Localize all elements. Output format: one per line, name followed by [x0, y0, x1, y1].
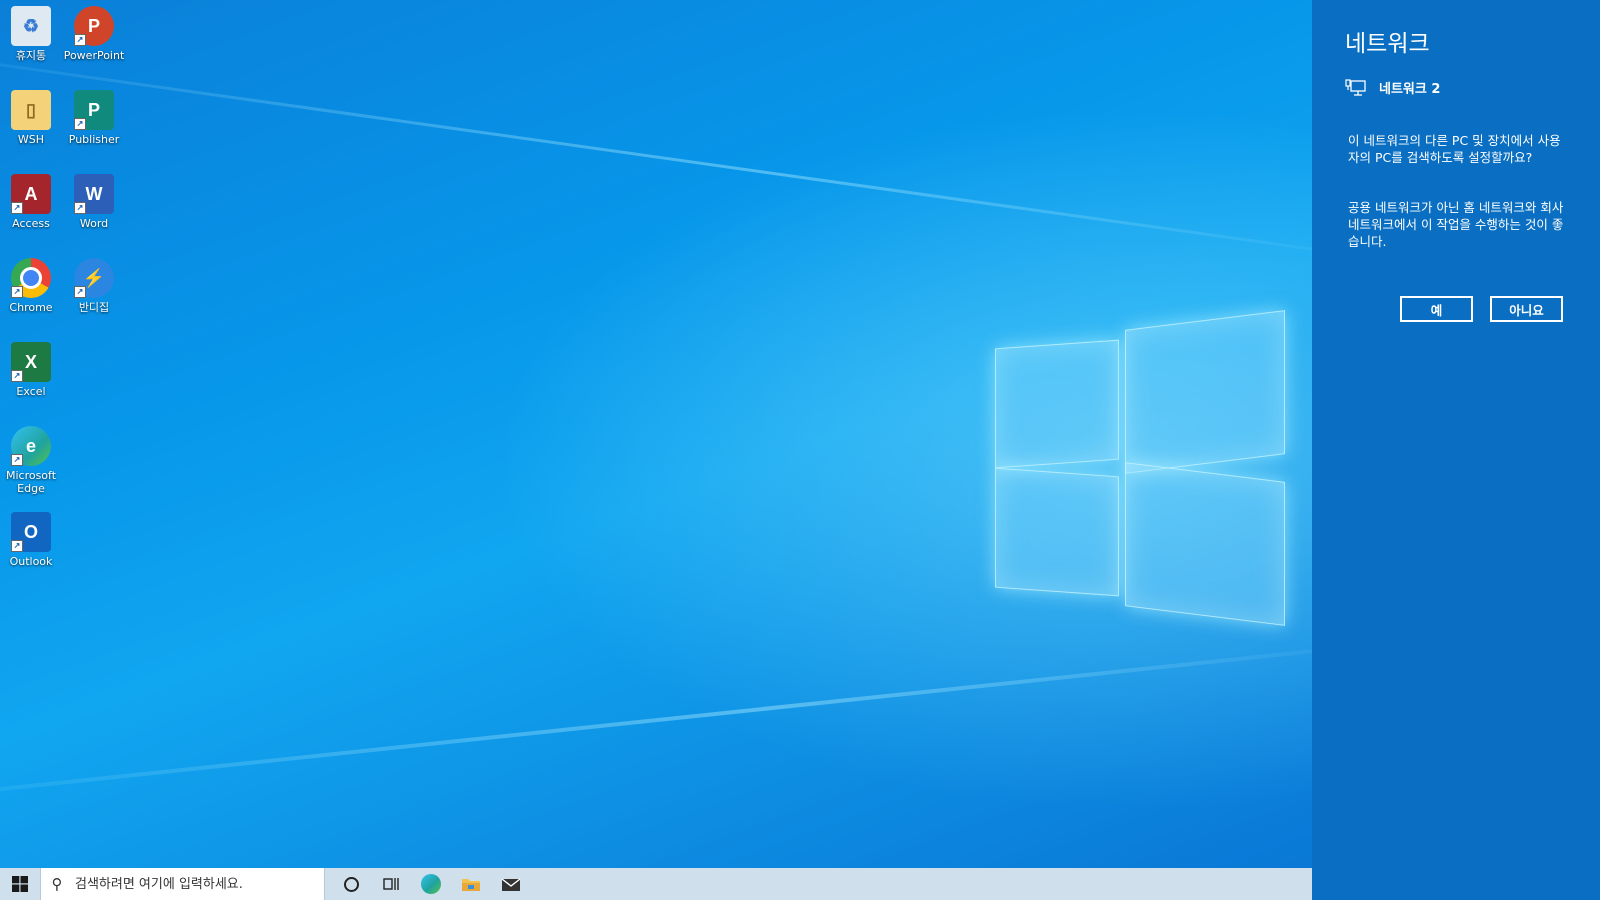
logo-pane [1125, 310, 1285, 474]
discovery-question: 이 네트워크의 다른 PC 및 장치에서 사용자의 PC를 검색하도록 설정할까… [1348, 133, 1561, 165]
desktop-icon-label: Word [79, 217, 109, 230]
desktop-icon-label: 휴지통 [15, 49, 47, 62]
excel-icon: X ↗ [11, 342, 51, 382]
shortcut-arrow-icon: ↗ [74, 118, 86, 130]
desktop-icon-powerpoint[interactable]: P ↗ PowerPoint [63, 6, 125, 62]
windows-logo-wallpaper [995, 310, 1285, 626]
edge-icon: e ↗ [11, 426, 51, 466]
desktop-icon-access[interactable]: A ↗ Access [0, 174, 62, 230]
logo-pane [995, 339, 1119, 469]
desktop-icon-label: Excel [16, 385, 46, 398]
desktop-icon-label: Microsoft Edge [5, 469, 57, 495]
taskbar-file-explorer-button[interactable] [451, 868, 491, 900]
panel-title: 네트워크 [1345, 31, 1430, 57]
logo-pane [995, 467, 1119, 597]
taskbar-mail-button[interactable] [491, 868, 531, 900]
task-view-icon [383, 878, 399, 890]
recycle-bin-icon: ♻ [11, 6, 51, 46]
chrome-icon: ↗ [11, 258, 51, 298]
desktop-icon-publisher[interactable]: P ↗ Publisher [63, 90, 125, 146]
desktop-icon-label: Publisher [68, 133, 120, 146]
task-view-button[interactable] [371, 868, 411, 900]
desktop-icon-recycle-bin[interactable]: ♻ 휴지통 [0, 6, 62, 62]
taskbar: ⚲ [0, 868, 1312, 900]
shortcut-arrow-icon: ↗ [74, 34, 86, 46]
shortcut-arrow-icon: ↗ [11, 202, 23, 214]
bandizip-icon: ⚡ ↗ [74, 258, 114, 298]
desktop-icon-label: Outlook [9, 555, 53, 568]
desktop-icon-wsh[interactable]: ▯ WSH [0, 90, 62, 146]
start-button[interactable] [0, 868, 40, 900]
desktop: ♻ 휴지통 ▯ WSH A ↗ Access ↗ Chrome X ↗ Excel … [0, 0, 1312, 868]
shortcut-arrow-icon: ↗ [11, 540, 23, 552]
search-icon: ⚲ [51, 875, 63, 893]
network-name: 네트워크 2 [1379, 82, 1441, 97]
desktop-icon-word[interactable]: W ↗ Word [63, 174, 125, 230]
desktop-icon-edge[interactable]: e ↗ Microsoft Edge [0, 426, 62, 495]
ethernet-network-icon [1345, 78, 1366, 96]
desktop-icon-label: 반디집 [78, 301, 110, 314]
desktop-icon-label: PowerPoint [63, 49, 125, 62]
network-entry: 네트워크 2 [1345, 78, 1440, 97]
desktop-icon-outlook[interactable]: O ↗ Outlook [0, 512, 62, 568]
file-explorer-icon [462, 879, 480, 891]
powerpoint-icon: P ↗ [74, 6, 114, 46]
desktop-icon-bandizip[interactable]: ⚡ ↗ 반디집 [63, 258, 125, 314]
desktop-icon-excel[interactable]: X ↗ Excel [0, 342, 62, 398]
shortcut-arrow-icon: ↗ [11, 370, 23, 382]
mail-icon [501, 878, 521, 891]
desktop-icon-label: WSH [17, 133, 45, 146]
search-input[interactable] [73, 875, 317, 893]
folder-icon: ▯ [11, 90, 51, 130]
cortana-button[interactable] [331, 868, 371, 900]
taskbar-edge-button[interactable] [411, 868, 451, 900]
discovery-advice: 공용 네트워크가 아닌 홈 네트워크와 회사 네트워크에서 이 작업을 수행하는… [1348, 200, 1564, 249]
light-beam [0, 37, 1312, 263]
taskbar-search-box[interactable]: ⚲ [40, 868, 325, 900]
shortcut-arrow-icon: ↗ [74, 202, 86, 214]
shortcut-arrow-icon: ↗ [11, 286, 23, 298]
word-icon: W ↗ [74, 174, 114, 214]
network-flyout: 네트워크 네트워크 2 이 네트워크의 다른 PC 및 장치에서 사용자의 PC… [1312, 0, 1600, 900]
light-beam [0, 640, 1312, 812]
shortcut-arrow-icon: ↗ [11, 454, 23, 466]
yes-button[interactable]: 예 [1400, 296, 1473, 322]
desktop-icon-chrome[interactable]: ↗ Chrome [0, 258, 62, 314]
desktop-icon-label: Access [12, 217, 50, 230]
logo-pane [1125, 462, 1285, 626]
publisher-icon: P ↗ [74, 90, 114, 130]
edge-icon [421, 874, 441, 894]
desktop-icon-label: Chrome [9, 301, 53, 314]
cortana-icon [343, 876, 359, 892]
access-icon: A ↗ [11, 174, 51, 214]
shortcut-arrow-icon: ↗ [74, 286, 86, 298]
windows-start-icon [12, 876, 28, 892]
no-button[interactable]: 아니요 [1490, 296, 1563, 322]
outlook-icon: O ↗ [11, 512, 51, 552]
